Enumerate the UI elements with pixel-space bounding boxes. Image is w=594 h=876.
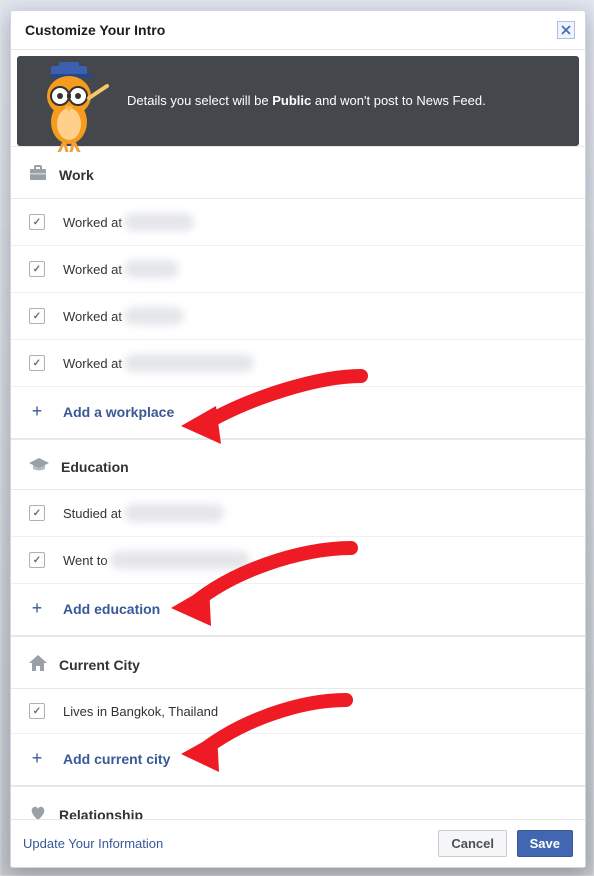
item-label: Worked at xyxy=(63,215,122,230)
cancel-button[interactable]: Cancel xyxy=(438,830,507,857)
checkbox[interactable] xyxy=(29,355,45,371)
section-title: Education xyxy=(61,459,129,475)
redacted-text xyxy=(124,213,194,231)
plus-icon: + xyxy=(29,598,45,619)
add-current-city-link[interactable]: + Add current city xyxy=(11,734,585,786)
graduation-cap-icon xyxy=(29,458,49,475)
checkbox[interactable] xyxy=(29,505,45,521)
dialog-header: Customize Your Intro xyxy=(11,11,585,50)
item-label: Lives in Bangkok, Thailand xyxy=(63,704,218,719)
work-item[interactable]: Worked at xyxy=(11,340,585,387)
customize-intro-dialog: Customize Your Intro xyxy=(10,10,586,868)
item-label: Worked at xyxy=(63,356,122,371)
banner-text: Details you select will be Public and wo… xyxy=(127,92,486,110)
item-label: Studied at xyxy=(63,506,122,521)
section-title: Current City xyxy=(59,657,140,673)
add-label: Add education xyxy=(63,601,160,617)
briefcase-icon xyxy=(29,165,47,184)
dialog-footer: Update Your Information Cancel Save xyxy=(11,819,585,867)
checkbox[interactable] xyxy=(29,308,45,324)
plus-icon: + xyxy=(29,748,45,769)
close-button[interactable] xyxy=(557,21,575,39)
checkbox[interactable] xyxy=(29,703,45,719)
redacted-text xyxy=(124,307,184,325)
save-button[interactable]: Save xyxy=(517,830,573,857)
section-title: Relationship xyxy=(59,807,143,820)
item-label: Worked at xyxy=(63,309,122,324)
section-header-current-city: Current City xyxy=(11,636,585,689)
redacted-text xyxy=(124,260,179,278)
add-label: Add a workplace xyxy=(63,404,174,420)
heart-icon xyxy=(29,805,47,819)
add-workplace-link[interactable]: + Add a workplace xyxy=(11,387,585,439)
section-header-work: Work xyxy=(11,146,585,199)
close-icon xyxy=(561,25,571,35)
dialog-title: Customize Your Intro xyxy=(25,22,165,38)
checkbox[interactable] xyxy=(29,214,45,230)
footer-buttons: Cancel Save xyxy=(432,830,573,857)
redacted-text xyxy=(124,354,254,372)
add-education-link[interactable]: + Add education xyxy=(11,584,585,636)
work-item[interactable]: Worked at xyxy=(11,246,585,293)
dialog-body[interactable]: Details you select will be Public and wo… xyxy=(11,50,585,819)
update-info-link[interactable]: Update Your Information xyxy=(23,836,163,851)
city-item[interactable]: Lives in Bangkok, Thailand xyxy=(11,689,585,734)
redacted-text xyxy=(124,504,224,522)
section-header-relationship: Relationship xyxy=(11,786,585,819)
plus-icon: + xyxy=(29,401,45,422)
info-banner: Details you select will be Public and wo… xyxy=(17,56,579,146)
add-label: Add current city xyxy=(63,751,170,767)
section-title: Work xyxy=(59,167,94,183)
redacted-text xyxy=(110,551,250,569)
education-item[interactable]: Went to xyxy=(11,537,585,584)
section-header-education: Education xyxy=(11,439,585,490)
owl-icon xyxy=(29,62,113,152)
item-label: Worked at xyxy=(63,262,122,277)
home-icon xyxy=(29,655,47,674)
checkbox[interactable] xyxy=(29,261,45,277)
item-label: Went to xyxy=(63,553,108,568)
education-item[interactable]: Studied at xyxy=(11,490,585,537)
work-item[interactable]: Worked at xyxy=(11,199,585,246)
work-item[interactable]: Worked at xyxy=(11,293,585,340)
checkbox[interactable] xyxy=(29,552,45,568)
